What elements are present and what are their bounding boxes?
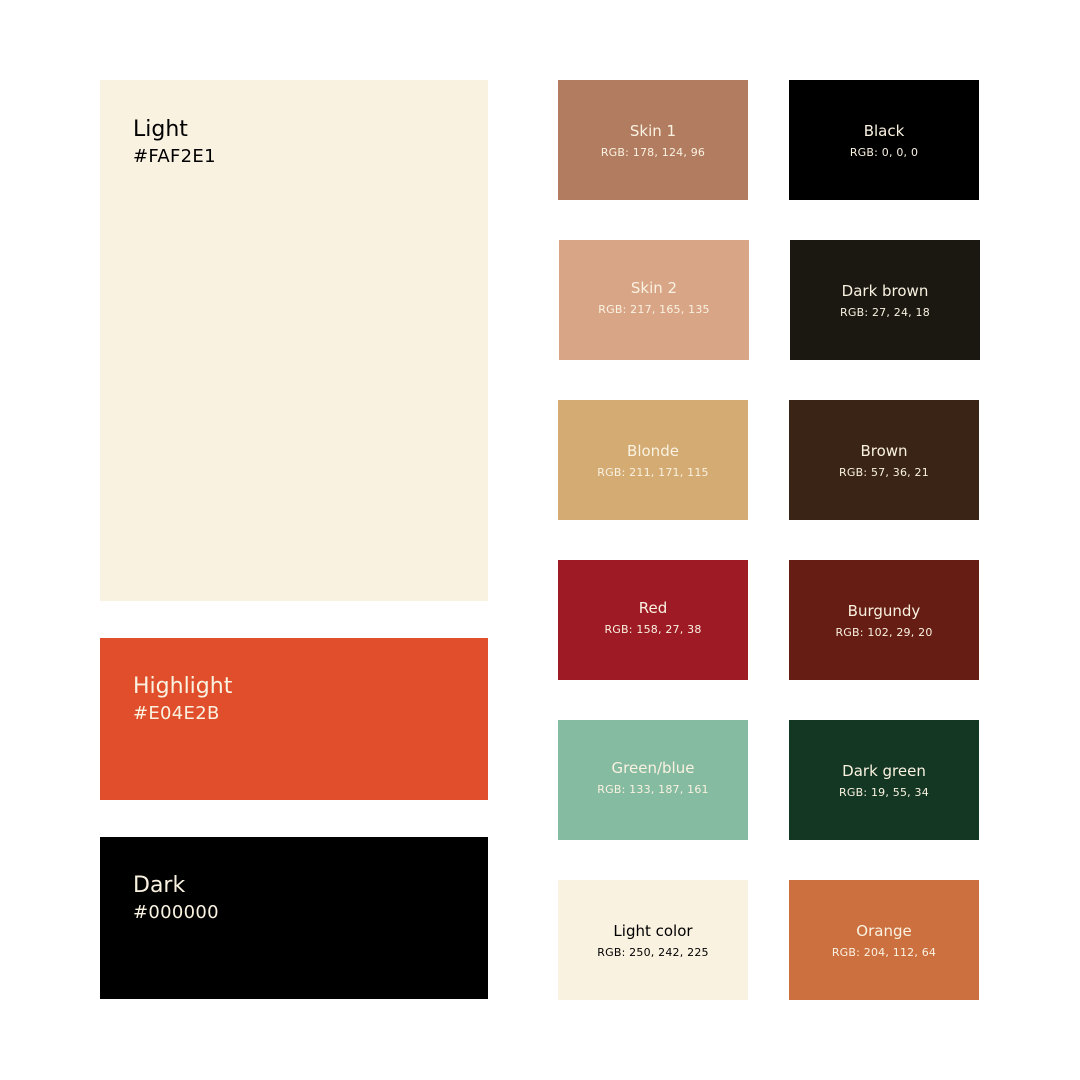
swatch-dark-name: Dark xyxy=(133,873,186,898)
swatch-black: Black RGB: 0, 0, 0 xyxy=(789,80,979,200)
swatch-dark-green: Dark green RGB: 19, 55, 34 xyxy=(789,720,979,840)
swatch-rgb: RGB: 102, 29, 20 xyxy=(835,626,933,639)
swatch-name: Burgundy xyxy=(847,602,921,620)
swatch-light-color: Light color RGB: 250, 242, 225 xyxy=(558,880,748,1000)
swatch-rgb: RGB: 19, 55, 34 xyxy=(839,786,929,799)
swatch-highlight: Highlight #E04E2B xyxy=(100,638,488,800)
swatch-highlight-hex: #E04E2B xyxy=(133,703,220,724)
swatch-name: Blonde xyxy=(627,442,679,460)
swatch-name: Skin 2 xyxy=(630,279,678,297)
swatch-name: Skin 1 xyxy=(629,122,677,140)
swatch-rgb: RGB: 211, 171, 115 xyxy=(597,466,709,479)
swatch-light-hex: #FAF2E1 xyxy=(133,146,216,167)
swatch-rgb: RGB: 217, 165, 135 xyxy=(598,303,710,316)
swatch-light: Light #FAF2E1 xyxy=(100,80,488,601)
swatch-rgb: RGB: 204, 112, 64 xyxy=(831,946,937,959)
swatch-dark: Dark #000000 xyxy=(100,837,488,999)
swatch-highlight-name: Highlight xyxy=(133,674,233,699)
swatch-rgb: RGB: 133, 187, 161 xyxy=(597,783,709,796)
swatch-rgb: RGB: 158, 27, 38 xyxy=(604,623,702,636)
swatch-rgb: RGB: 0, 0, 0 xyxy=(849,146,919,159)
swatch-red: Red RGB: 158, 27, 38 xyxy=(558,560,748,680)
swatch-dark-brown: Dark brown RGB: 27, 24, 18 xyxy=(790,240,980,360)
swatch-name: Light color xyxy=(613,922,693,940)
swatch-name: Dark green xyxy=(842,762,926,780)
swatch-light-name: Light xyxy=(133,117,188,142)
swatch-name: Red xyxy=(638,599,668,617)
swatch-rgb: RGB: 27, 24, 18 xyxy=(840,306,930,319)
swatch-name: Orange xyxy=(856,922,912,940)
swatch-rgb: RGB: 57, 36, 21 xyxy=(839,466,929,479)
swatch-burgundy: Burgundy RGB: 102, 29, 20 xyxy=(789,560,979,680)
swatch-brown: Brown RGB: 57, 36, 21 xyxy=(789,400,979,520)
swatch-name: Brown xyxy=(860,442,908,460)
swatch-name: Green/blue xyxy=(611,759,695,777)
swatch-blonde: Blonde RGB: 211, 171, 115 xyxy=(558,400,748,520)
swatch-dark-hex: #000000 xyxy=(133,902,219,923)
swatch-name: Black xyxy=(863,122,905,140)
swatch-green-blue: Green/blue RGB: 133, 187, 161 xyxy=(558,720,748,840)
swatch-rgb: RGB: 178, 124, 96 xyxy=(600,146,706,159)
swatch-skin-2: Skin 2 RGB: 217, 165, 135 xyxy=(559,240,749,360)
swatch-skin-1: Skin 1 RGB: 178, 124, 96 xyxy=(558,80,748,200)
swatch-rgb: RGB: 250, 242, 225 xyxy=(597,946,709,959)
swatch-name: Dark brown xyxy=(841,282,929,300)
swatch-orange: Orange RGB: 204, 112, 64 xyxy=(789,880,979,1000)
